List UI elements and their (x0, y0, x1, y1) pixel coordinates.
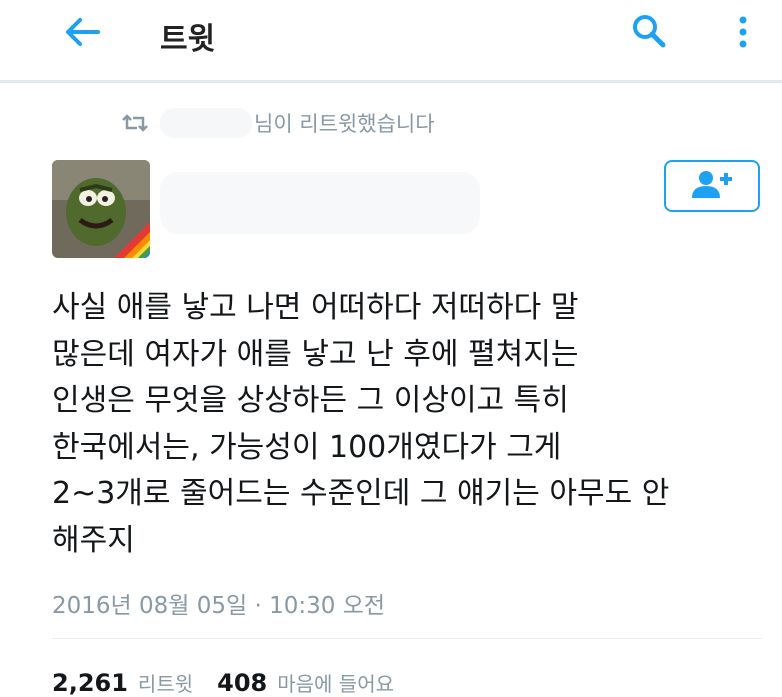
like-count[interactable]: 408 (217, 669, 267, 697)
back-arrow-icon[interactable] (62, 16, 102, 48)
tweet-text-line: 인생은 무엇을 상상하든 그 이상이고 특히 (52, 383, 569, 418)
follow-button[interactable] (664, 160, 760, 212)
tweet-timestamp: 2016년 08월 05일 · 10:30 오전 (52, 593, 386, 619)
tweet-stats: 2,261 리트윗 408 마음에 들어요 (52, 668, 418, 697)
top-app-bar: 트윗 (0, 0, 782, 83)
redacted-retweeter-name (160, 108, 252, 138)
tweet-text-line: 2~3개로 줄어드는 수준인데 그 얘기는 아무도 안 (52, 476, 670, 511)
tweet-text-line: 한국에서는, 가능성이 100개였다가 그게 (52, 429, 562, 465)
retweet-label: 님이 리트윗했습니다 (254, 112, 435, 136)
like-count-label: 마음에 들어요 (277, 672, 394, 696)
divider (52, 638, 762, 639)
retweet-icon (120, 112, 150, 134)
retweet-count[interactable]: 2,261 (52, 669, 128, 697)
tweet-text: 사실 애를 낳고 나면 어떠하다 저떠하다 말 많은데 여자가 애를 낳고 난 … (52, 285, 762, 564)
more-vertical-icon[interactable] (728, 12, 758, 52)
tweet-text-line: 해주지 (52, 522, 135, 558)
retweet-count-label: 리트윗 (137, 672, 194, 696)
tweet-text-line: 많은데 여자가 애를 낳고 난 후에 펼쳐지는 (52, 336, 579, 372)
tweet-text-line: 사실 애를 낳고 나면 어떠하다 저떠하다 말 (52, 290, 579, 325)
redacted-user-name (160, 172, 480, 234)
avatar[interactable] (52, 160, 150, 258)
search-icon[interactable] (630, 12, 668, 50)
follow-user-icon (688, 169, 736, 203)
page-title: 트윗 (160, 22, 216, 57)
retweet-context: 님이 리트윗했습니다 (120, 108, 435, 138)
